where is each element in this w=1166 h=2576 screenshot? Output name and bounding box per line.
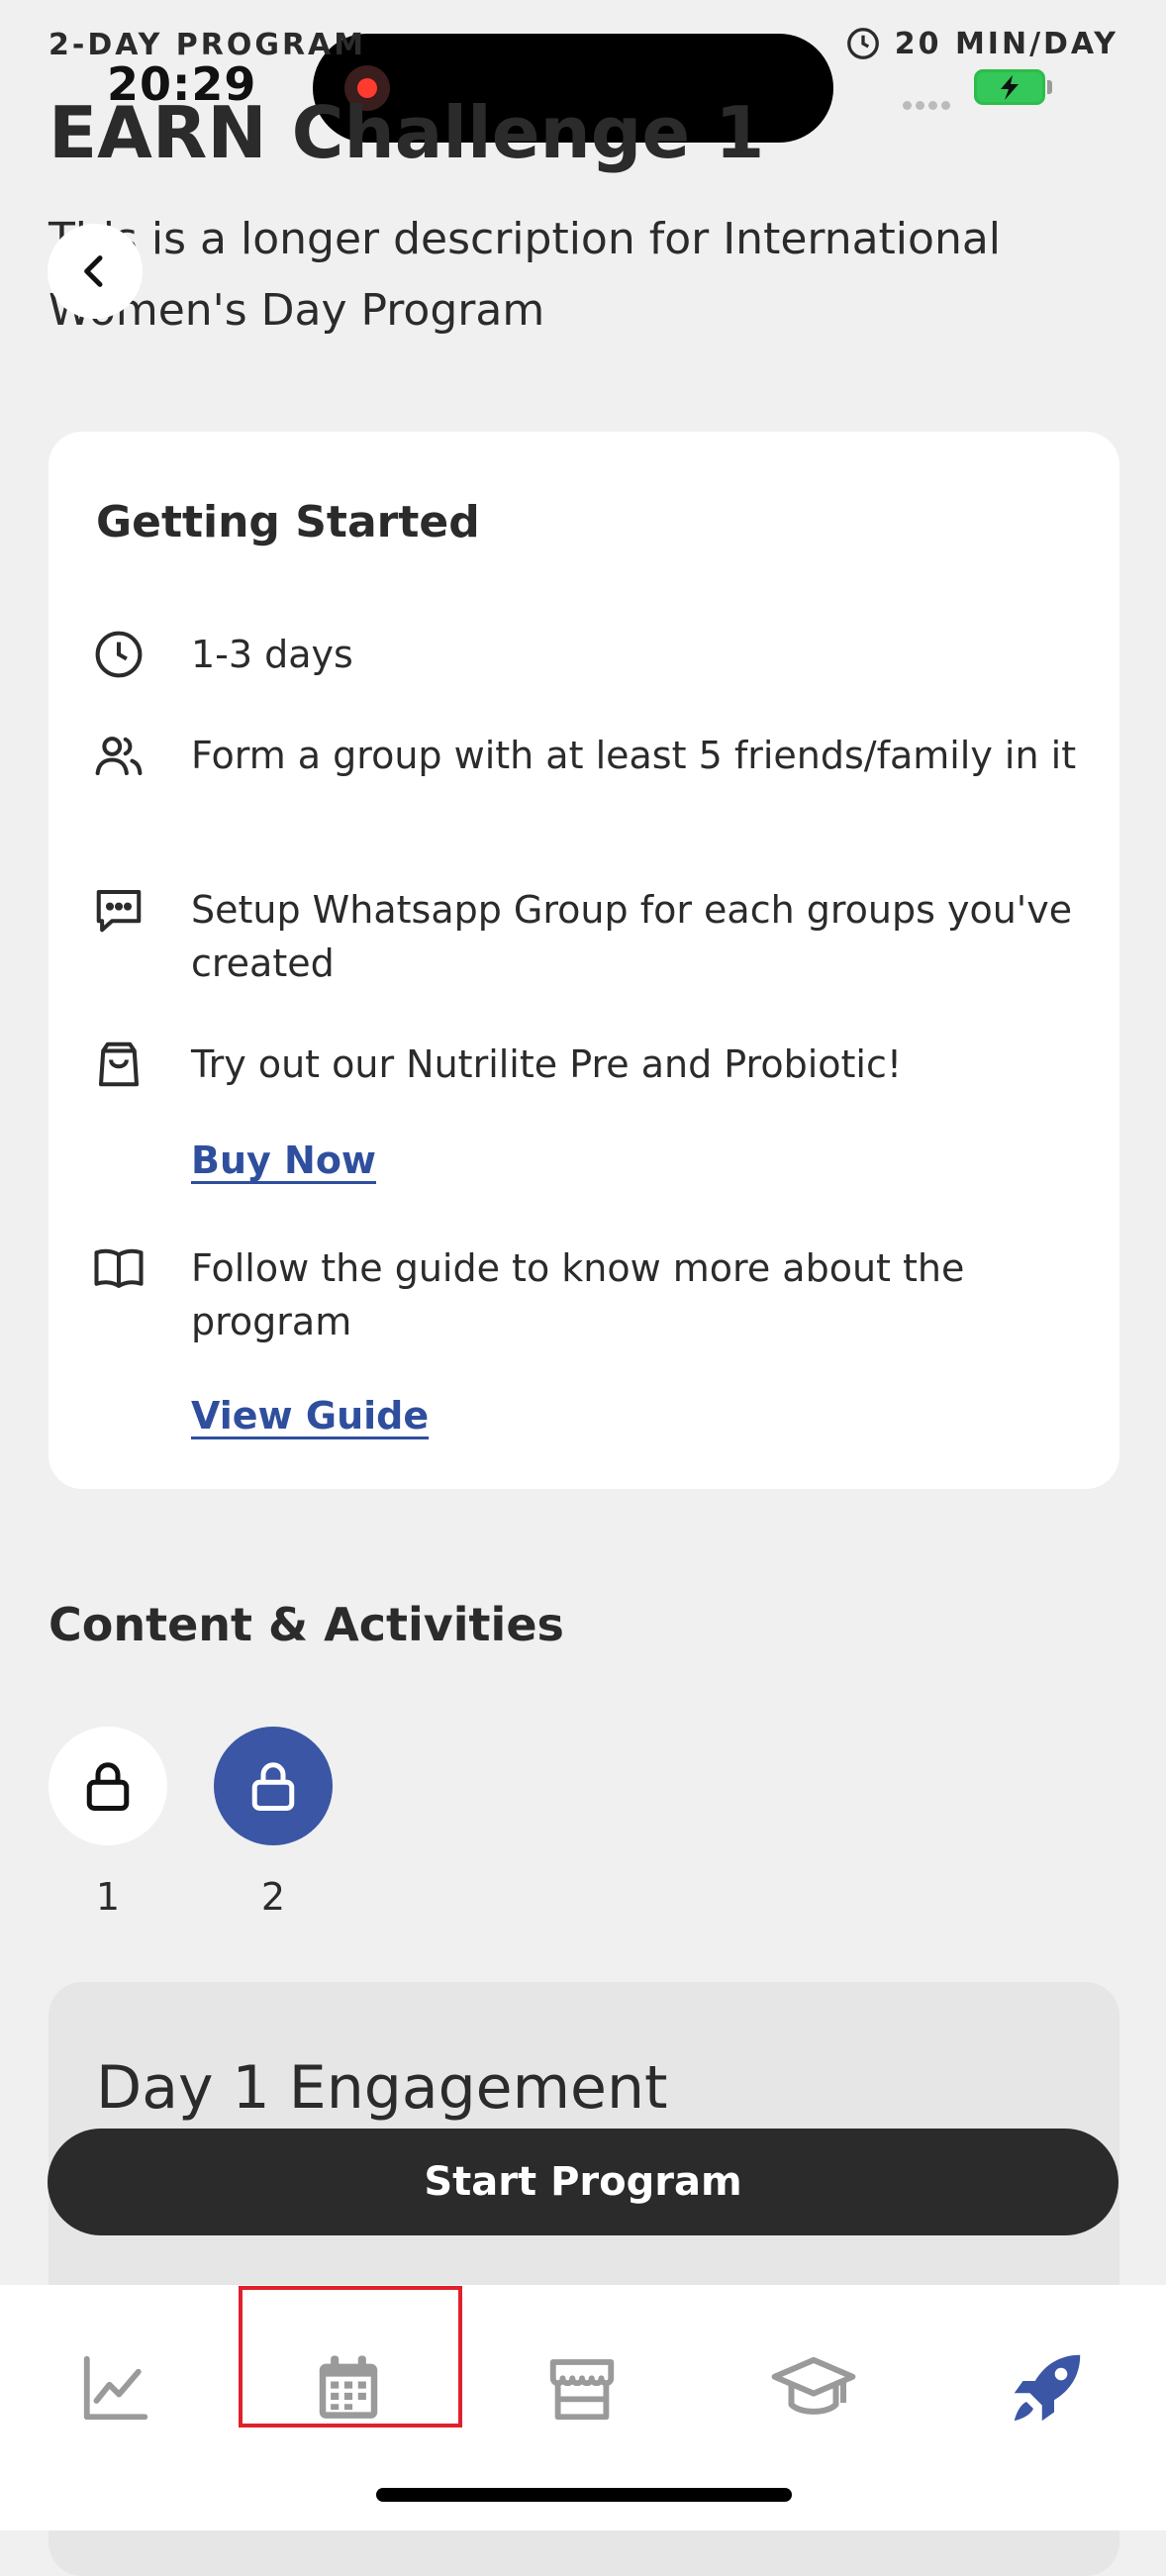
selection-highlight bbox=[239, 2286, 462, 2427]
shopping-bag-icon bbox=[98, 1041, 140, 1087]
day-card-title: Day 1 Engagement bbox=[96, 2053, 668, 2123]
chevron-left-icon bbox=[84, 255, 103, 287]
list-item: Setup Whatsapp Group for each groups you… bbox=[191, 888, 1073, 985]
chat-icon bbox=[96, 889, 142, 933]
day-2-label: 2 bbox=[260, 1875, 286, 1919]
buy-now-link[interactable]: Buy Now bbox=[191, 1139, 376, 1182]
home-indicator bbox=[376, 2488, 792, 2502]
day-1-button[interactable] bbox=[49, 1727, 167, 1845]
clock-icon bbox=[95, 631, 143, 678]
duration-text: 20 MIN/DAY bbox=[894, 26, 1118, 61]
card-title: Getting Started bbox=[96, 497, 480, 547]
list-item: 1-3 days bbox=[191, 633, 353, 676]
start-program-button[interactable]: Start Program bbox=[48, 2129, 1118, 2235]
day-1-label: 1 bbox=[95, 1875, 121, 1919]
duration-badge: 20 MIN/DAY bbox=[845, 26, 1118, 61]
section-title: Content & Activities bbox=[49, 1598, 564, 1651]
tab-programs[interactable] bbox=[998, 2338, 1097, 2437]
graduation-cap-icon bbox=[771, 2356, 856, 2415]
battery-icon bbox=[974, 69, 1045, 105]
list-item: Try out our Nutrilite Pre and Probiotic! bbox=[191, 1042, 903, 1086]
rocket-icon bbox=[1014, 2354, 1081, 2422]
back-button[interactable] bbox=[48, 224, 143, 319]
lock-icon bbox=[86, 1762, 130, 1811]
list-item: Form a group with at least 5 friends/fam… bbox=[191, 734, 1077, 777]
view-guide-link[interactable]: View Guide bbox=[191, 1394, 429, 1437]
chart-icon bbox=[83, 2355, 148, 2421]
store-icon bbox=[549, 2359, 615, 2421]
book-icon bbox=[94, 1248, 144, 1289]
day-2-button[interactable] bbox=[214, 1727, 333, 1845]
page-title: EARN Challenge 1 bbox=[49, 91, 765, 174]
signal-icon bbox=[903, 95, 956, 110]
tab-learn[interactable] bbox=[764, 2338, 863, 2437]
users-icon bbox=[95, 737, 143, 776]
program-description: This is a longer description for Interna… bbox=[49, 214, 1002, 336]
tab-store[interactable] bbox=[533, 2338, 632, 2437]
clock-icon bbox=[846, 28, 879, 59]
list-item: Follow the guide to know more about the … bbox=[191, 1246, 965, 1343]
battery-nub bbox=[1047, 80, 1052, 94]
lock-icon bbox=[251, 1762, 295, 1811]
getting-started-card: Getting Started 1-3 days Form a group wi… bbox=[49, 432, 1119, 1489]
tab-progress[interactable] bbox=[66, 2338, 165, 2437]
program-tag: 2-DAY PROGRAM bbox=[49, 28, 367, 62]
